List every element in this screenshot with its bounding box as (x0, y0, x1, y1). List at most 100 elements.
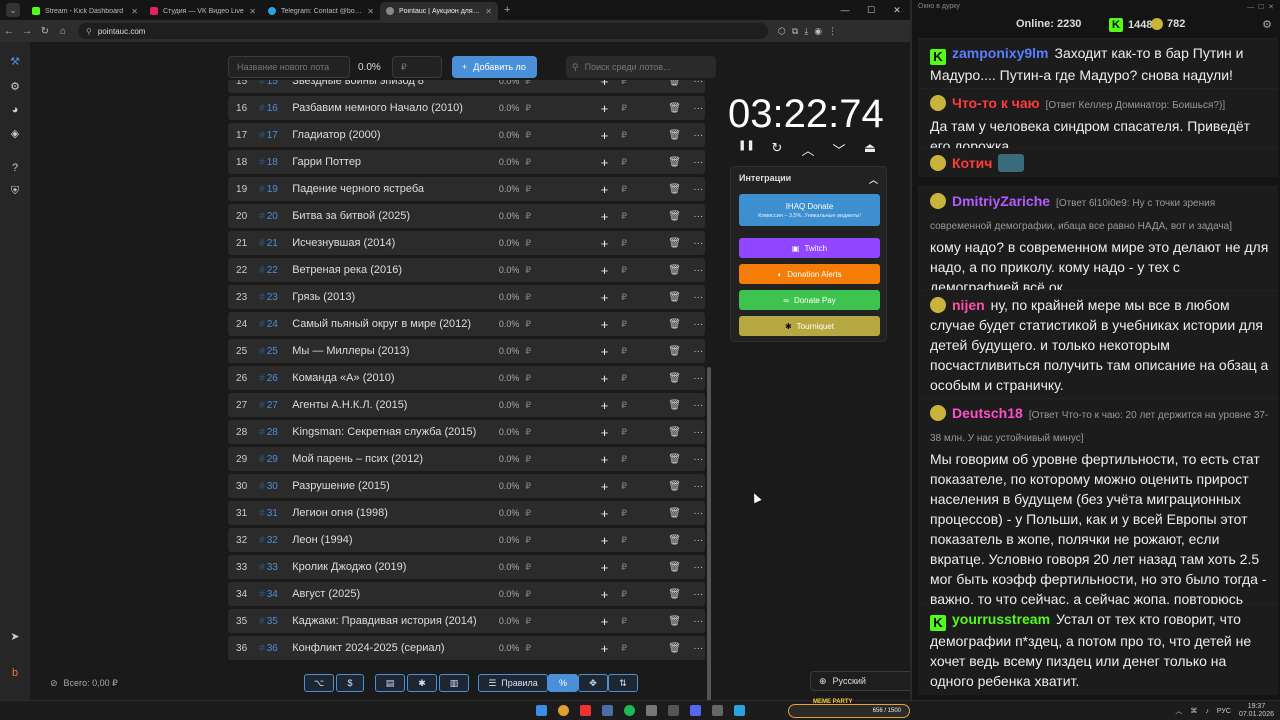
lot-row[interactable]: 18 #18 Гарри Поттер 0.0% ₽ + ₽ 🗑 ··· (228, 150, 705, 174)
delete-lot-icon[interactable]: 🗑 (668, 481, 682, 492)
chat-settings-icon[interactable]: ⚙ (1262, 18, 1272, 31)
delete-lot-icon[interactable]: 🗑 (668, 265, 682, 276)
add-lot-button[interactable]: + Добавить ло (452, 56, 537, 78)
delete-lot-icon[interactable]: 🗑 (668, 454, 682, 465)
tab-close-icon[interactable]: ✕ (485, 7, 492, 16)
move-button[interactable]: ✥ (578, 674, 608, 692)
add-amount-button[interactable]: + (597, 371, 613, 386)
ihaq-donate-button[interactable]: IHAQ Donate Комиссия – 3,5%. Уникальные … (739, 194, 880, 226)
more-options-icon[interactable]: ··· (691, 481, 705, 492)
forward-icon[interactable]: → (18, 26, 36, 37)
obs-icon[interactable] (668, 705, 679, 716)
time-top-button[interactable]: ⏏ (862, 140, 878, 159)
add-amount-button[interactable]: + (597, 614, 613, 629)
amount-input[interactable]: ₽ (616, 616, 632, 627)
tray-arrow-icon[interactable]: ︿ (1175, 706, 1182, 716)
donation-alerts-button[interactable]: ◐ Donation Alerts (739, 264, 880, 284)
delete-lot-icon[interactable]: 🗑 (668, 211, 682, 222)
auction-nav-icon[interactable]: ⚒ (8, 54, 22, 68)
add-amount-button[interactable]: + (597, 533, 613, 548)
more-options-icon[interactable]: ··· (691, 346, 705, 357)
wheel-nav-icon[interactable]: ◕ (8, 103, 22, 117)
amount-input[interactable]: ₽ (616, 80, 632, 87)
delete-lot-icon[interactable]: 🗑 (668, 427, 682, 438)
browser-tab[interactable]: Студия — VK Видео Live ✕ (144, 2, 262, 20)
minimize-button[interactable]: — (832, 5, 858, 15)
more-options-icon[interactable]: ··· (691, 319, 705, 330)
delete-lot-icon[interactable]: 🗑 (668, 319, 682, 330)
help-nav-icon[interactable]: ? (8, 161, 22, 175)
lot-name[interactable]: Конфликт 2024-2025 (сериал) (292, 642, 486, 654)
add-amount-button[interactable]: + (597, 209, 613, 224)
site-info-icon[interactable]: ⚲ (86, 27, 92, 36)
lot-row[interactable]: 24 #24 Самый пьяный округ в мире (2012) 0.0… (228, 312, 705, 336)
lot-list-scrollbar[interactable] (707, 367, 711, 707)
chat-username[interactable]: DmitriyZariche (952, 193, 1050, 209)
clock[interactable]: 19:37 07.01.2026 (1239, 703, 1274, 719)
browser-tab[interactable]: Stream - Kick Dashboard ✕ (26, 2, 144, 20)
lot-row[interactable]: 27 #27 Агенты А.Н.К.Л. (2015) 0.0% ₽ + ₽ 🗑 ··· (228, 393, 705, 417)
more-options-icon[interactable]: ··· (691, 184, 705, 195)
lot-row[interactable]: 17 #17 Гладиатор (2000) 0.0% ₽ + ₽ 🗑 ··· (228, 123, 705, 147)
more-options-icon[interactable]: ··· (691, 157, 705, 168)
meme-party-widget[interactable]: MEME PARTY 656 / 1500 (788, 699, 910, 718)
amount-input[interactable]: ₽ (616, 292, 632, 303)
tray-language[interactable]: РУС (1217, 708, 1231, 715)
lot-row[interactable]: 21 #21 Исчезнувшая (2014) 0.0% ₽ + ₽ 🗑 ··· (228, 231, 705, 255)
amount-input[interactable]: ₽ (616, 130, 632, 141)
more-options-icon[interactable]: ··· (691, 562, 705, 573)
telegram-nav-icon[interactable]: ➤ (8, 629, 22, 643)
lot-row[interactable]: 16 #16 Разбавим немного Начало (2010) 0.0% ₽… (228, 96, 705, 120)
reset-button[interactable]: ↻ (769, 140, 785, 159)
add-amount-button[interactable]: + (597, 506, 613, 521)
lot-row[interactable]: 33 #33 Кролик Джоджо (2019) 0.0% ₽ + ₽ 🗑 ··· (228, 555, 705, 579)
add-amount-button[interactable]: + (597, 155, 613, 170)
delete-lot-icon[interactable]: 🗑 (668, 643, 682, 654)
more-options-icon[interactable]: ··· (691, 535, 705, 546)
settings-nav-icon[interactable]: ⚙ (8, 79, 22, 93)
lot-name[interactable]: Разрушение (2015) (292, 480, 486, 492)
more-options-icon[interactable]: ··· (691, 508, 705, 519)
chat-username[interactable]: yourrusstream (952, 611, 1050, 627)
lot-search-input[interactable]: ⚲ Поиск среди лотов... (566, 56, 716, 78)
lot-name[interactable]: Мой парень – псих (2012) (292, 453, 486, 465)
save-button[interactable]: ▤ (375, 674, 405, 692)
app-icon[interactable] (712, 705, 723, 716)
lot-row[interactable]: 31 #31 Легион огня (1998) 0.0% ₽ + ₽ 🗑 ··· (228, 501, 705, 525)
lot-name[interactable]: Падение черного ястреба (292, 183, 486, 195)
add-amount-button[interactable]: + (597, 80, 613, 89)
chrome-icon[interactable] (558, 705, 569, 716)
tab-close-icon[interactable]: ✕ (367, 7, 374, 16)
hide-icon[interactable]: ⊘ (50, 678, 58, 689)
delete-lot-icon[interactable]: 🗑 (668, 589, 682, 600)
chat-username[interactable]: Котич (952, 155, 992, 171)
more-options-icon[interactable]: ··· (691, 265, 705, 276)
lot-name-input[interactable]: Название нового лота (228, 56, 350, 78)
lot-name[interactable]: Леон (1994) (292, 534, 486, 546)
lot-name[interactable]: Гарри Поттер (292, 156, 486, 168)
lot-amount-input[interactable]: ₽ (392, 56, 442, 78)
more-options-icon[interactable]: ··· (691, 238, 705, 249)
amount-input[interactable]: ₽ (616, 535, 632, 546)
delete-lot-icon[interactable]: 🗑 (668, 184, 682, 195)
tab-close-icon[interactable]: ✕ (131, 7, 138, 16)
lot-row[interactable]: 30 #30 Разрушение (2015) 0.0% ₽ + ₽ 🗑 ··· (228, 474, 705, 498)
more-options-icon[interactable]: ··· (691, 130, 705, 141)
chat-username[interactable]: Deutsch18 (952, 405, 1023, 421)
delete-lot-icon[interactable]: 🗑 (668, 238, 682, 249)
add-amount-button[interactable]: + (597, 101, 613, 116)
add-amount-button[interactable]: + (597, 344, 613, 359)
lot-name[interactable]: Кролик Джоджо (2019) (292, 561, 486, 573)
more-options-icon[interactable]: ··· (691, 616, 705, 627)
close-window-button[interactable]: ✕ (884, 5, 910, 16)
more-options-icon[interactable]: ··· (691, 589, 705, 600)
telegram-icon[interactable] (734, 705, 745, 716)
lot-name[interactable]: Битва за битвой (2025) (292, 210, 486, 222)
delete-lot-icon[interactable]: 🗑 (668, 130, 682, 141)
lot-row[interactable]: 19 #19 Падение черного ястреба 0.0% ₽ + ₽ 🗑 ··· (228, 177, 705, 201)
lot-name[interactable]: Самый пьяный округ в мире (2012) (292, 318, 486, 330)
amount-input[interactable]: ₽ (616, 346, 632, 357)
sound-icon[interactable]: ♪ (1205, 708, 1209, 715)
time-down-button[interactable]: ﹀ (831, 140, 847, 159)
lot-row[interactable]: 23 #23 Грязь (2013) 0.0% ₽ + ₽ 🗑 ··· (228, 285, 705, 309)
